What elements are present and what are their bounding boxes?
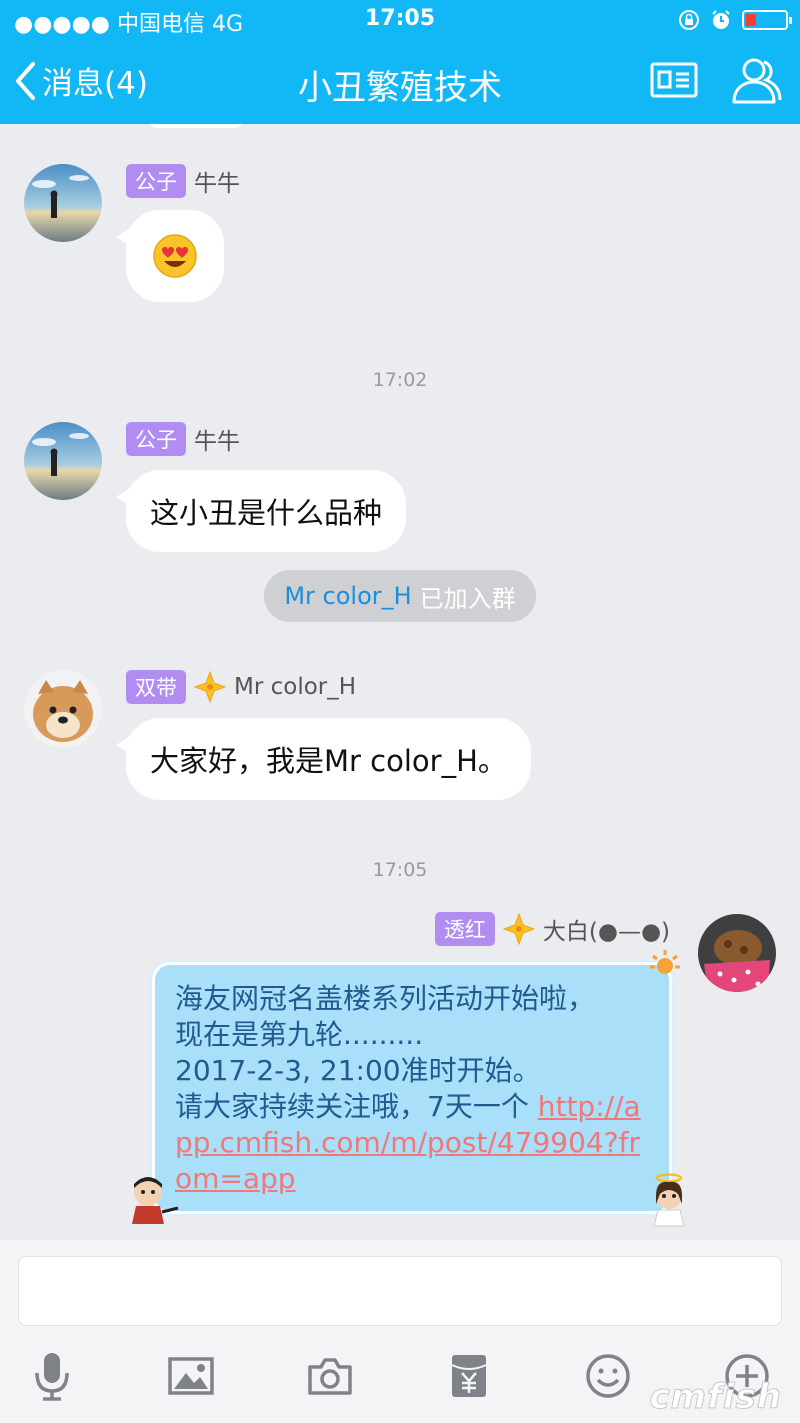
message-bubble[interactable]: 这小丑是什么品种 bbox=[115, 470, 407, 552]
sender-name[interactable]: 牛牛 bbox=[194, 164, 240, 198]
photo-button[interactable] bbox=[167, 1352, 215, 1400]
input-bar bbox=[0, 1240, 800, 1340]
sender-name[interactable]: 大白(●—●) bbox=[543, 912, 670, 946]
message-input[interactable] bbox=[18, 1256, 782, 1326]
member-title-badge: 透红 bbox=[434, 912, 495, 946]
timestamp: 17:02 bbox=[372, 369, 428, 391]
image-icon bbox=[168, 1357, 214, 1395]
avatar[interactable] bbox=[24, 164, 102, 242]
voice-button[interactable] bbox=[28, 1352, 76, 1401]
system-notice-text: 已加入群 bbox=[419, 584, 516, 613]
sender-name[interactable]: 牛牛 bbox=[194, 422, 240, 456]
message-meta: 公子 牛牛 bbox=[126, 164, 240, 198]
status-bar: ●●●●● 中国电信 4G 17:05 bbox=[0, 0, 800, 40]
watermark: cmfish bbox=[649, 1377, 782, 1418]
group-profile-card-icon[interactable] bbox=[650, 62, 698, 98]
group-members-icon[interactable] bbox=[730, 56, 784, 104]
bottom-toolbar: cmfish bbox=[0, 1340, 800, 1423]
avatar-beach-image bbox=[24, 422, 102, 500]
star-level-icon bbox=[194, 671, 226, 703]
top-bar: ●●●●● 中国电信 4G 17:05 消息(4) 小丑繁殖技术 bbox=[0, 0, 800, 124]
chat-messages[interactable]: 公子 牛牛 17:02 公子 牛牛 这小丑是什么品种 Mr color_H 已加… bbox=[0, 124, 800, 1240]
timestamp: 17:05 bbox=[372, 859, 428, 881]
sender-name[interactable]: Mr color_H bbox=[234, 674, 356, 700]
previous-bubble-edge bbox=[148, 124, 244, 128]
nav-bar: 消息(4) 小丑繁殖技术 bbox=[0, 46, 800, 118]
my-avatar[interactable] bbox=[698, 914, 776, 992]
avatar[interactable] bbox=[24, 670, 102, 748]
joined-member-link[interactable]: Mr color_H bbox=[284, 582, 411, 610]
rotation-lock-icon bbox=[679, 10, 699, 30]
red-packet-icon bbox=[451, 1355, 487, 1397]
avatar[interactable] bbox=[24, 422, 102, 500]
sun-sticker-icon bbox=[650, 950, 680, 974]
message-bubble[interactable]: 大家好，我是Mr color_H。 bbox=[116, 718, 531, 800]
boy-sticker-icon bbox=[132, 1177, 179, 1224]
emoji-icon bbox=[586, 1354, 630, 1398]
mic-icon bbox=[35, 1353, 69, 1401]
red-packet-button[interactable] bbox=[445, 1352, 493, 1400]
message-line: 2017-2-3, 21:00准时开始。 bbox=[175, 1054, 541, 1087]
camera-icon bbox=[308, 1358, 352, 1395]
heart-eyes-emoji-icon bbox=[153, 234, 197, 278]
message-meta: 双带 Mr color_H bbox=[126, 670, 356, 704]
battery-icon bbox=[742, 10, 792, 30]
message-line: 请大家持续关注哦，7天一个 bbox=[175, 1090, 538, 1123]
star-level-icon bbox=[502, 913, 535, 945]
message-line: 现在是第九轮......... bbox=[175, 1018, 424, 1051]
girl-angel-sticker-icon bbox=[653, 1173, 685, 1227]
alarm-icon bbox=[712, 10, 730, 29]
member-title-badge: 公子 bbox=[126, 164, 186, 198]
member-title-badge: 公子 bbox=[126, 422, 186, 456]
system-notice: Mr color_H 已加入群 bbox=[264, 570, 536, 622]
message-line: 海友网冠名盖楼系列活动开始啦， bbox=[175, 982, 596, 1015]
member-title-badge: 双带 bbox=[126, 670, 186, 704]
message-meta: 透红 大白(●—●) bbox=[434, 912, 670, 946]
my-message-bubble[interactable]: 海友网冠名盖楼系列活动开始啦， 现在是第九轮......... 2017-2-3… bbox=[152, 962, 672, 1214]
avatar-beach-image bbox=[24, 164, 102, 242]
emoji-button[interactable] bbox=[584, 1352, 632, 1400]
avatar-dog-image bbox=[24, 670, 102, 748]
avatar-food-image bbox=[698, 914, 776, 992]
message-bubble[interactable] bbox=[116, 210, 224, 302]
camera-button[interactable] bbox=[306, 1352, 354, 1400]
message-meta: 公子 牛牛 bbox=[126, 422, 240, 456]
